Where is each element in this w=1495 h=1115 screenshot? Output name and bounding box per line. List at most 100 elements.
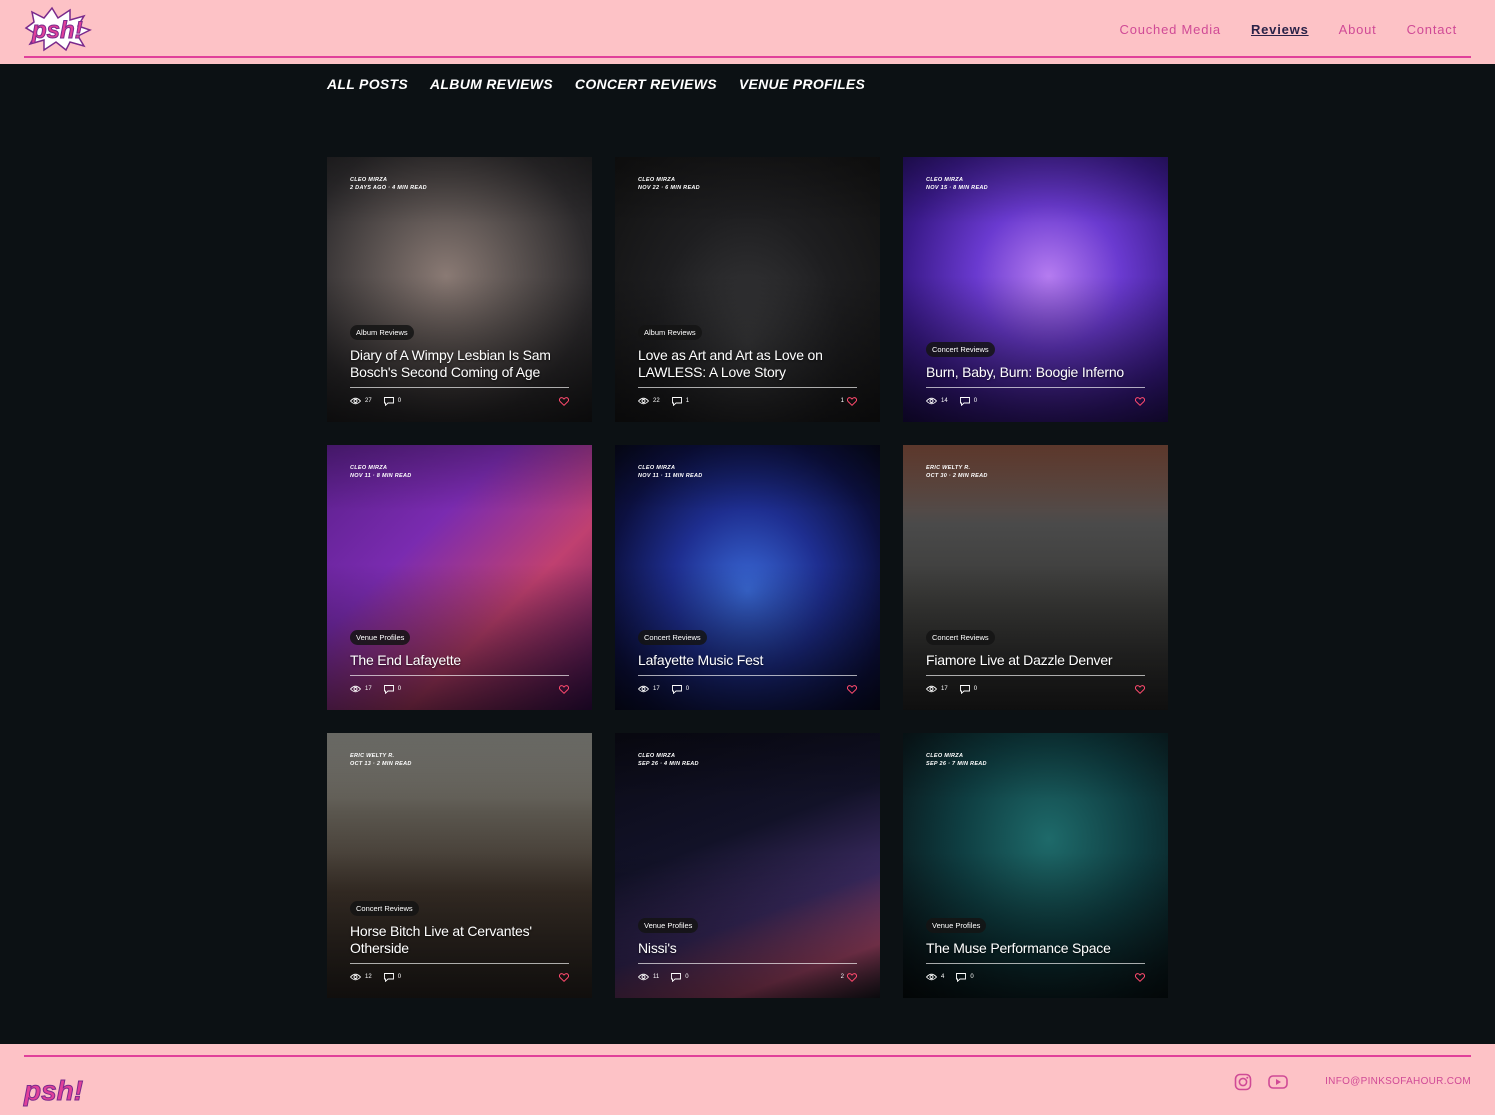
- tab-album-reviews[interactable]: Album Reviews: [430, 76, 553, 92]
- main-nav: Couched Media Reviews About Contact: [1120, 22, 1458, 37]
- post-read-time: 8 min read: [376, 473, 412, 479]
- tab-concert-reviews[interactable]: Concert Reviews: [575, 76, 717, 92]
- eye-icon: [926, 973, 937, 981]
- post-card[interactable]: Eric Welty R. Oct 13 · 2 min read Concer…: [327, 733, 592, 998]
- post-title[interactable]: Lafayette Music Fest: [638, 652, 857, 669]
- social-links: [1234, 1073, 1288, 1096]
- post-read-time: 4 min read: [664, 761, 699, 767]
- heart-icon[interactable]: [847, 684, 857, 694]
- post-divider: [926, 963, 1145, 964]
- footer-divider: [24, 1055, 1471, 1057]
- post-card[interactable]: Eric Welty R. Oct 30 · 2 min read Concer…: [903, 445, 1168, 710]
- footer-logo[interactable]: psh!: [22, 1064, 92, 1110]
- post-divider: [638, 387, 857, 388]
- post-card[interactable]: Cleo Mirza Nov 15 · 8 min read Concert R…: [903, 157, 1168, 422]
- view-count: 11: [653, 974, 660, 980]
- post-category-badge[interactable]: Album Reviews: [350, 325, 414, 340]
- post-title[interactable]: The Muse Performance Space: [926, 940, 1145, 957]
- post-read-time: 8 min read: [953, 185, 988, 191]
- view-count: 22: [653, 398, 660, 404]
- comment-count[interactable]: 0: [686, 686, 689, 692]
- post-card[interactable]: Cleo Mirza Nov 11 · 8 min read Venue Pro…: [327, 445, 592, 710]
- tab-venue-profiles[interactable]: Venue Profiles: [739, 76, 865, 92]
- heart-icon[interactable]: [559, 972, 569, 982]
- like-count: 2: [840, 974, 844, 980]
- tab-all-posts[interactable]: All Posts: [327, 76, 408, 92]
- post-stats: 11 0 2: [638, 972, 857, 982]
- comment-count[interactable]: 0: [974, 686, 977, 692]
- comment-icon: [959, 396, 970, 406]
- comment-count[interactable]: 0: [974, 398, 977, 404]
- post-date: Nov 11: [638, 473, 659, 479]
- eye-icon: [638, 973, 649, 981]
- post-category-badge[interactable]: Concert Reviews: [350, 901, 419, 916]
- post-stats: 14 0: [926, 396, 1145, 406]
- post-title[interactable]: Burn, Baby, Burn: Boogie Inferno: [926, 364, 1145, 381]
- site-header: psh! Couched Media Reviews About Contact: [0, 0, 1495, 64]
- post-card[interactable]: Cleo Mirza 2 days ago · 4 min read Album…: [327, 157, 592, 422]
- comment-count[interactable]: 0: [398, 398, 401, 404]
- post-divider: [926, 387, 1145, 388]
- svg-text:psh!: psh!: [23, 1075, 83, 1106]
- heart-icon[interactable]: [847, 396, 857, 406]
- comment-count[interactable]: 1: [686, 398, 689, 404]
- post-stats: 27 0: [350, 396, 569, 406]
- heart-icon[interactable]: [1135, 972, 1145, 982]
- heart-icon[interactable]: [1135, 684, 1145, 694]
- comment-count[interactable]: 0: [970, 974, 973, 980]
- post-title[interactable]: Diary of A Wimpy Lesbian Is Sam Bosch's …: [350, 347, 569, 381]
- post-divider: [638, 675, 857, 676]
- eye-icon: [638, 685, 649, 693]
- category-tabs: All Posts Album Reviews Concert Reviews …: [327, 76, 865, 92]
- post-date: Nov 11: [350, 473, 371, 479]
- post-card[interactable]: Cleo Mirza Nov 22 · 6 min read Album Rev…: [615, 157, 880, 422]
- nav-contact[interactable]: Contact: [1407, 22, 1457, 37]
- post-stats: 17 0: [638, 684, 857, 694]
- heart-icon[interactable]: [847, 972, 857, 982]
- comment-count[interactable]: 0: [398, 686, 401, 692]
- post-title[interactable]: The End Lafayette: [350, 652, 569, 669]
- post-card[interactable]: Cleo Mirza Nov 11 · 11 min read Concert …: [615, 445, 880, 710]
- post-category-badge[interactable]: Venue Profiles: [350, 630, 411, 645]
- post-title[interactable]: Horse Bitch Live at Cervantes' Otherside: [350, 923, 569, 957]
- comment-icon: [671, 396, 682, 406]
- post-category-badge[interactable]: Venue Profiles: [638, 918, 699, 933]
- post-divider: [638, 963, 857, 964]
- post-divider: [350, 675, 569, 676]
- site-footer: psh! INFO@PINKSOFAHOUR.COM: [0, 1044, 1495, 1115]
- post-divider: [350, 387, 569, 388]
- post-title[interactable]: Nissi's: [638, 940, 857, 957]
- post-card[interactable]: Cleo Mirza Sep 26 · 4 min read Venue Pro…: [615, 733, 880, 998]
- view-count: 17: [941, 686, 948, 692]
- comment-count[interactable]: 0: [398, 974, 401, 980]
- contact-email-link[interactable]: INFO@PINKSOFAHOUR.COM: [1325, 1076, 1471, 1087]
- heart-icon[interactable]: [1135, 396, 1145, 406]
- nav-couched-media[interactable]: Couched Media: [1120, 22, 1221, 37]
- post-card[interactable]: Cleo Mirza Sep 26 · 7 min read Venue Pro…: [903, 733, 1168, 998]
- post-read-time: 7 min read: [952, 761, 987, 767]
- post-category-badge[interactable]: Album Reviews: [638, 325, 702, 340]
- post-title[interactable]: Love as Art and Art as Love on LAWLESS: …: [638, 347, 857, 381]
- post-category-badge[interactable]: Concert Reviews: [926, 342, 995, 357]
- heart-icon[interactable]: [559, 684, 569, 694]
- post-category-badge[interactable]: Concert Reviews: [926, 630, 995, 645]
- comment-count[interactable]: 0: [685, 974, 688, 980]
- heart-icon[interactable]: [559, 396, 569, 406]
- post-meta: Cleo Mirza Nov 11 · 11 min read: [638, 465, 703, 479]
- post-category-badge[interactable]: Concert Reviews: [638, 630, 707, 645]
- post-title[interactable]: Fiamore Live at Dazzle Denver: [926, 652, 1145, 669]
- comment-icon: [383, 684, 394, 694]
- youtube-icon[interactable]: [1268, 1073, 1288, 1096]
- post-grid: Cleo Mirza 2 days ago · 4 min read Album…: [327, 157, 1168, 998]
- view-count: 17: [653, 686, 660, 692]
- post-divider: [350, 963, 569, 964]
- site-logo[interactable]: psh!: [22, 6, 92, 52]
- post-stats: 17 0: [350, 684, 569, 694]
- nav-reviews[interactable]: Reviews: [1251, 22, 1309, 37]
- eye-icon: [638, 397, 649, 405]
- post-stats: 12 0: [350, 972, 569, 982]
- nav-about[interactable]: About: [1339, 22, 1377, 37]
- post-category-badge[interactable]: Venue Profiles: [926, 918, 987, 933]
- instagram-icon[interactable]: [1234, 1073, 1252, 1096]
- post-meta: Cleo Mirza Nov 11 · 8 min read: [350, 465, 412, 479]
